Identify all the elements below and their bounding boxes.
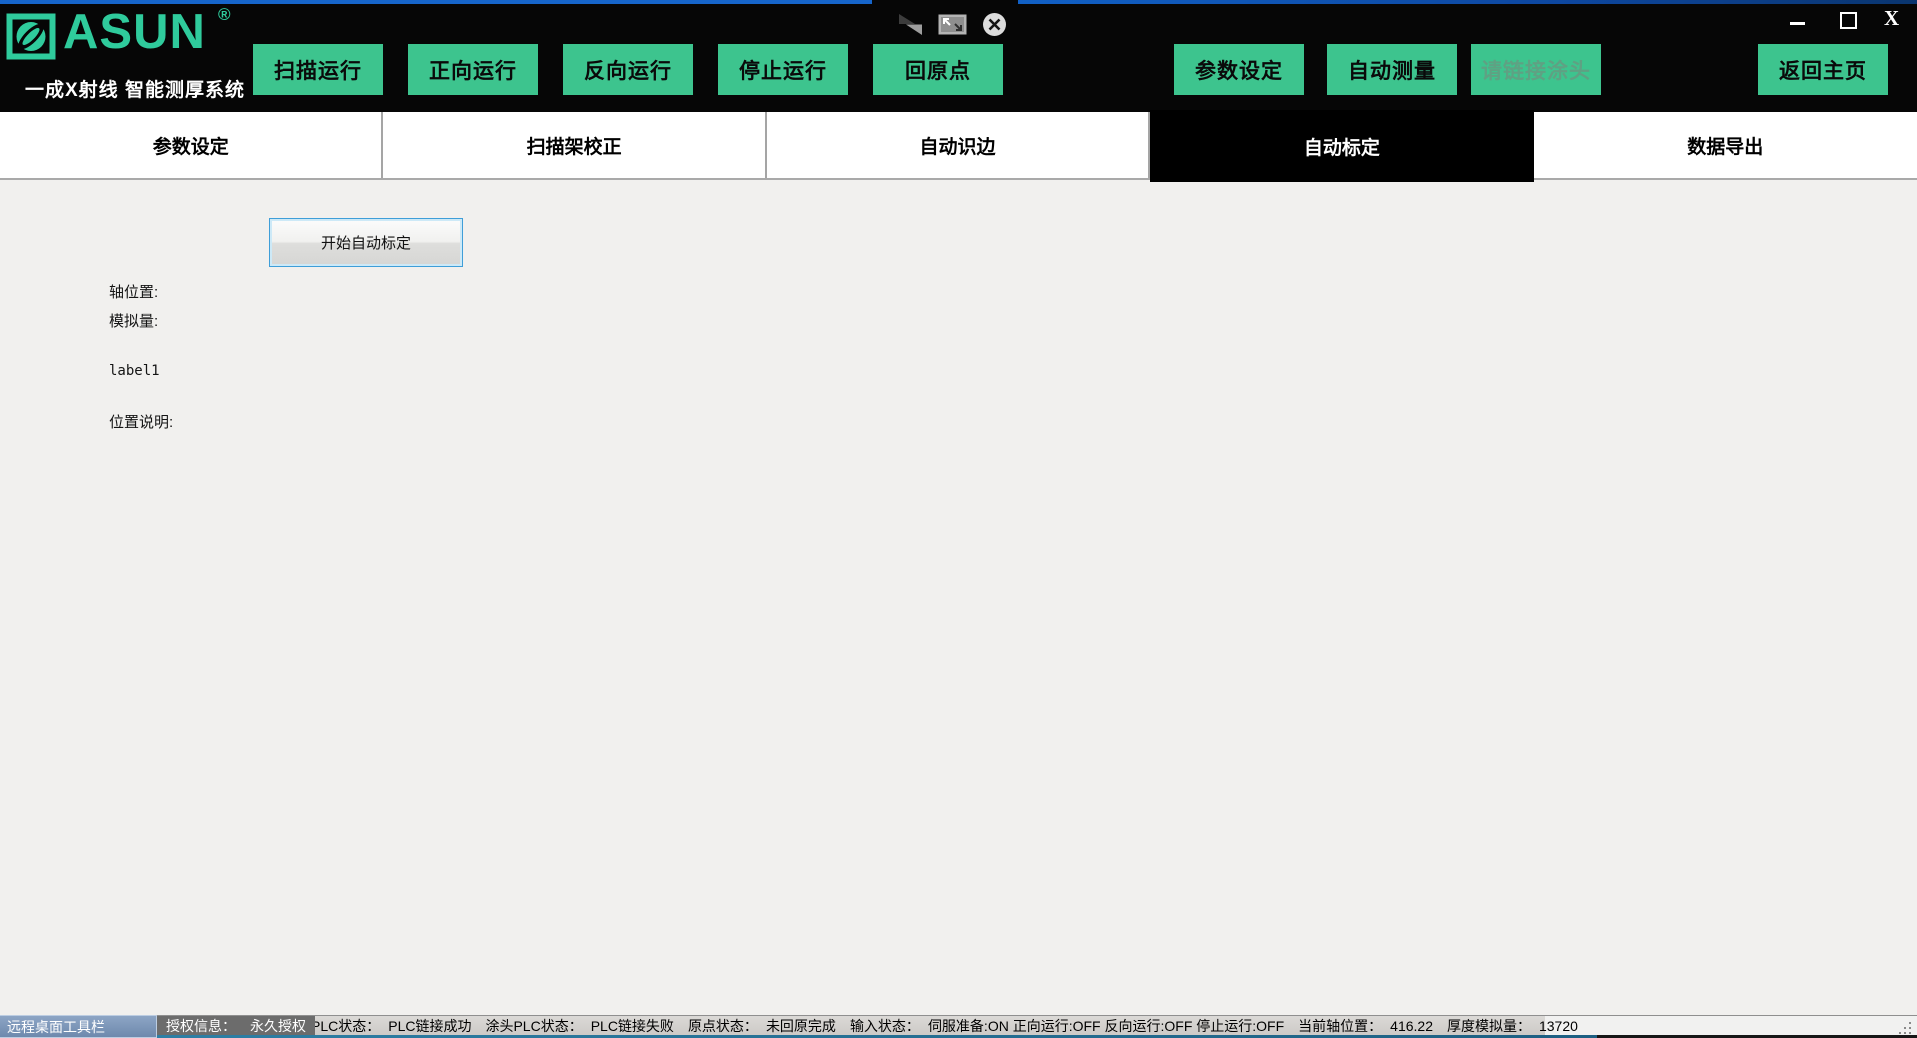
status-items: 测厚PLC状态： PLC链接成功 涂头PLC状态： PLC链接失败 原点状态： …	[283, 1016, 1592, 1035]
resize-grip[interactable]	[1899, 1022, 1913, 1034]
close-toolbar-icon[interactable]	[981, 11, 1008, 38]
analog-value-label: 模拟量:	[109, 313, 159, 330]
remote-desktop-toolbar-button[interactable]: 远程桌面工具栏	[0, 1015, 157, 1038]
status-origin: 原点状态： 未回原完成	[687, 1017, 836, 1034]
app-subtitle: 一成X射线 智能测厚系统	[25, 80, 245, 101]
axis-position-label: 轴位置:	[109, 284, 159, 301]
auto-measure-button[interactable]: 自动测量	[1327, 44, 1457, 95]
link-coating-head-button[interactable]: 请链接涂头	[1471, 44, 1601, 95]
forward-run-button[interactable]: 正向运行	[408, 44, 538, 95]
maximize-button[interactable]	[1840, 12, 1857, 29]
status-coating-head-plc: 涂头PLC状态： PLC链接失败	[485, 1017, 674, 1034]
home-return-button[interactable]: 回原点	[873, 44, 1003, 95]
position-note-label: 位置说明:	[109, 414, 174, 431]
status-thickness-analog: 厚度模拟量： 13720	[1446, 1017, 1578, 1034]
minimize-button[interactable]	[1790, 22, 1805, 25]
top-blue-strip-right	[1018, 0, 1917, 4]
reverse-run-button[interactable]: 反向运行	[563, 44, 693, 95]
tab-data-export[interactable]: 数据导出	[1533, 112, 1917, 178]
tab-scanner-calibration[interactable]: 扫描架校正	[383, 112, 767, 178]
brand-name: ASUN	[63, 5, 206, 59]
status-bar-right-spacer	[1545, 1016, 1917, 1035]
status-input-state: 输入状态： 伺服准备:ON 正向运行:OFF 反向运行:OFF 停止运行:OFF	[849, 1017, 1285, 1034]
param-settings-button[interactable]: 参数设定	[1174, 44, 1304, 95]
pin-icon[interactable]	[896, 11, 924, 37]
scan-run-button[interactable]: 扫描运行	[253, 44, 383, 95]
asun-aperture-icon	[6, 13, 56, 60]
brand-logo: ASUN ®	[6, 5, 246, 71]
license-status: 授权信息： 永久授权	[157, 1016, 315, 1035]
close-button[interactable]: X	[1884, 6, 1899, 31]
restore-window-icon[interactable]	[938, 14, 967, 35]
tab-auto-edge-detect[interactable]: 自动识边	[766, 112, 1151, 178]
tab-param-settings[interactable]: 参数设定	[0, 112, 384, 178]
start-auto-calibration-button[interactable]: 开始自动标定	[269, 218, 463, 267]
status-current-axis-position: 当前轴位置： 416.22	[1298, 1017, 1433, 1034]
label1-placeholder: label1	[109, 363, 160, 379]
app-header: ASUN ® 一成X射线 智能测厚系统 扫描运行 正向运行 反向运行 停止运行 …	[0, 0, 1917, 112]
registered-mark: ®	[218, 5, 231, 24]
stop-run-button[interactable]: 停止运行	[718, 44, 848, 95]
tab-auto-calibration[interactable]: 自动标定	[1150, 110, 1534, 182]
remote-desktop-toolbar	[896, 8, 1021, 40]
tab-bar: 参数设定 扫描架校正 自动识边 自动标定 数据导出	[0, 110, 1917, 182]
back-to-home-button[interactable]: 返回主页	[1758, 44, 1888, 95]
auto-calibration-panel: 开始自动标定 轴位置: 模拟量: label1 位置说明:	[0, 180, 1917, 1015]
